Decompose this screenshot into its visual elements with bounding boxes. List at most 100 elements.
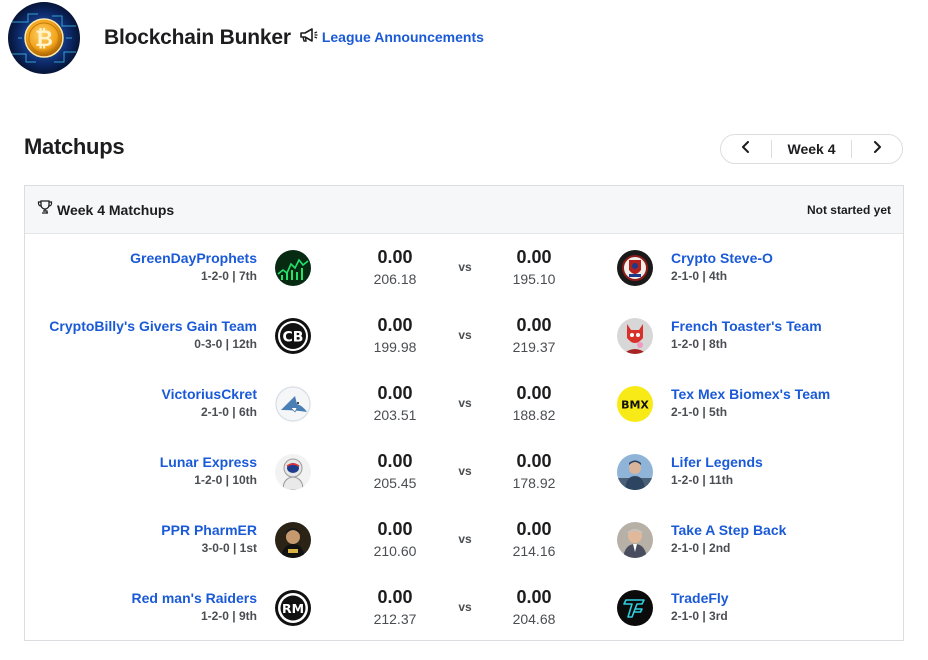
home-team-points: 0.00: [377, 247, 413, 267]
badge-avatar-icon[interactable]: [617, 250, 653, 286]
dark-photo-avatar-icon[interactable]: [275, 522, 311, 558]
away-team-points: 0.00: [516, 587, 552, 607]
away-team-name[interactable]: Crypto Steve-O: [671, 250, 773, 267]
photo-avatar-icon[interactable]: [617, 454, 653, 490]
away-team-points: 0.00: [516, 247, 552, 267]
matchup-row[interactable]: PPR PharmER 3-0-0 | 1st 0.00 210.60 vs 0…: [25, 506, 903, 574]
home-team-record: 3-0-0 | 1st: [201, 541, 257, 555]
home-team-record: 1-2-0 | 10th: [194, 473, 257, 487]
bmx-logo-avatar-icon[interactable]: BMX: [617, 386, 653, 422]
home-team-name[interactable]: Lunar Express: [160, 454, 257, 471]
away-team-projected: 204.68: [512, 611, 556, 627]
away-team-info: Take A Step Back 2-1-0 | 2nd: [671, 522, 786, 556]
away-team-name[interactable]: French Toaster's Team: [671, 318, 822, 335]
svg-text:₿: ₿: [35, 27, 53, 52]
matchup-row[interactable]: CryptoBilly's Givers Gain Team 0-3-0 | 1…: [25, 302, 903, 370]
matchup-row[interactable]: Lunar Express 1-2-0 | 10th 0.00 205.45 v…: [25, 438, 903, 506]
home-team-record: 1-2-0 | 9th: [200, 609, 257, 623]
away-team-projected: 188.82: [512, 407, 556, 423]
matchups-card: Week 4 Matchups Not started yet GreenDay…: [24, 185, 904, 641]
away-team-score: 0.00 204.68: [499, 586, 569, 628]
astronaut-avatar-icon[interactable]: [275, 454, 311, 490]
home-team-projected: 206.18: [373, 271, 417, 287]
away-team-record: 1-2-0 | 8th: [671, 337, 728, 351]
away-team-score: 0.00 219.37: [499, 314, 569, 356]
league-name: Blockchain Bunker: [104, 26, 291, 49]
league-announcements-label[interactable]: League Announcements: [322, 29, 484, 45]
vs-label: vs: [458, 396, 472, 410]
home-team-info: Red man's Raiders 1-2-0 | 9th: [132, 590, 258, 624]
tf-logo-avatar-icon[interactable]: [617, 590, 653, 626]
home-team-points: 0.00: [377, 383, 413, 403]
red-character-avatar-icon[interactable]: [617, 318, 653, 354]
chevron-right-icon: [872, 140, 882, 158]
away-team-info: Tex Mex Biomex's Team 2-1-0 | 5th: [671, 386, 830, 420]
bmx-logo-text: BMX: [621, 399, 649, 412]
away-team-name[interactable]: Tex Mex Biomex's Team: [671, 386, 830, 403]
rm-logo-avatar-icon[interactable]: RM: [275, 590, 311, 626]
home-team-points: 0.00: [377, 451, 413, 471]
vs-label: vs: [458, 532, 472, 546]
home-team-score: 0.00 203.51: [360, 382, 430, 424]
home-team-points: 0.00: [377, 519, 413, 539]
league-header: ₿ Blockchain Bunker League Announcements: [8, 2, 484, 74]
vs-label: vs: [458, 600, 472, 614]
away-team-name[interactable]: Lifer Legends: [671, 454, 763, 471]
away-team-points: 0.00: [516, 519, 552, 539]
home-team-info: PPR PharmER 3-0-0 | 1st: [161, 522, 257, 556]
home-team-projected: 210.60: [373, 543, 417, 559]
home-team-name[interactable]: Red man's Raiders: [132, 590, 258, 607]
home-team-info: VictoriusCkret 2-1-0 | 6th: [162, 386, 257, 420]
away-team-points: 0.00: [516, 315, 552, 335]
away-team-projected: 214.16: [512, 543, 556, 559]
week-navigator: Week 4: [720, 134, 903, 164]
vs-label: vs: [458, 260, 472, 274]
away-team-score: 0.00 188.82: [499, 382, 569, 424]
next-week-button[interactable]: [852, 135, 902, 163]
home-team-points: 0.00: [377, 587, 413, 607]
home-team-score: 0.00 206.18: [360, 246, 430, 288]
home-team-projected: 205.45: [373, 475, 417, 491]
vs-label: vs: [458, 328, 472, 342]
league-announcements-link[interactable]: League Announcements: [299, 27, 484, 48]
home-team-record: 2-1-0 | 6th: [200, 405, 257, 419]
home-team-points: 0.00: [377, 315, 413, 335]
rm-logo-text: RM: [282, 601, 304, 616]
home-team-name[interactable]: CryptoBilly's Givers Gain Team: [49, 318, 257, 335]
matchup-row[interactable]: VictoriusCkret 2-1-0 | 6th 0.00 203.51 v…: [25, 370, 903, 438]
shark-avatar-icon[interactable]: [275, 386, 311, 422]
home-team-projected: 199.98: [373, 339, 417, 355]
home-team-name[interactable]: PPR PharmER: [161, 522, 257, 539]
bitcoin-logo-icon[interactable]: ₿: [8, 2, 80, 74]
matchup-row[interactable]: GreenDayProphets 1-2-0 | 7th 0.00 206.18…: [25, 234, 903, 302]
vs-label: vs: [458, 464, 472, 478]
home-team-score: 0.00 199.98: [360, 314, 430, 356]
away-team-info: TradeFly 2-1-0 | 3rd: [671, 590, 729, 624]
matchup-row[interactable]: Red man's Raiders 1-2-0 | 9th RM 0.00 21…: [25, 574, 903, 642]
previous-week-button[interactable]: [721, 135, 771, 163]
away-team-score: 0.00 178.92: [499, 450, 569, 492]
away-team-score: 0.00 195.10: [499, 246, 569, 288]
away-team-projected: 195.10: [512, 271, 556, 287]
green-chart-avatar-icon[interactable]: [275, 250, 311, 286]
week-selector[interactable]: Week 4: [771, 140, 852, 158]
away-team-points: 0.00: [516, 383, 552, 403]
person-photo-avatar-icon[interactable]: [617, 522, 653, 558]
away-team-projected: 219.37: [512, 339, 556, 355]
away-team-record: 2-1-0 | 3rd: [671, 609, 728, 623]
cb-logo-text: CB: [283, 330, 304, 346]
away-team-name[interactable]: Take A Step Back: [671, 522, 786, 539]
away-team-name[interactable]: TradeFly: [671, 590, 729, 607]
away-team-projected: 178.92: [512, 475, 556, 491]
home-team-info: GreenDayProphets 1-2-0 | 7th: [130, 250, 257, 284]
matchup-status: Not started yet: [806, 202, 891, 217]
home-team-name[interactable]: GreenDayProphets: [130, 250, 257, 267]
away-team-record: 2-1-0 | 2nd: [671, 541, 731, 555]
home-team-record: 0-3-0 | 12th: [194, 337, 257, 351]
home-team-score: 0.00 210.60: [360, 518, 430, 560]
home-team-name[interactable]: VictoriusCkret: [162, 386, 257, 403]
cb-logo-avatar-icon[interactable]: CB: [275, 318, 311, 354]
away-team-info: Lifer Legends 1-2-0 | 11th: [671, 454, 763, 488]
home-team-projected: 212.37: [373, 611, 417, 627]
away-team-points: 0.00: [516, 451, 552, 471]
